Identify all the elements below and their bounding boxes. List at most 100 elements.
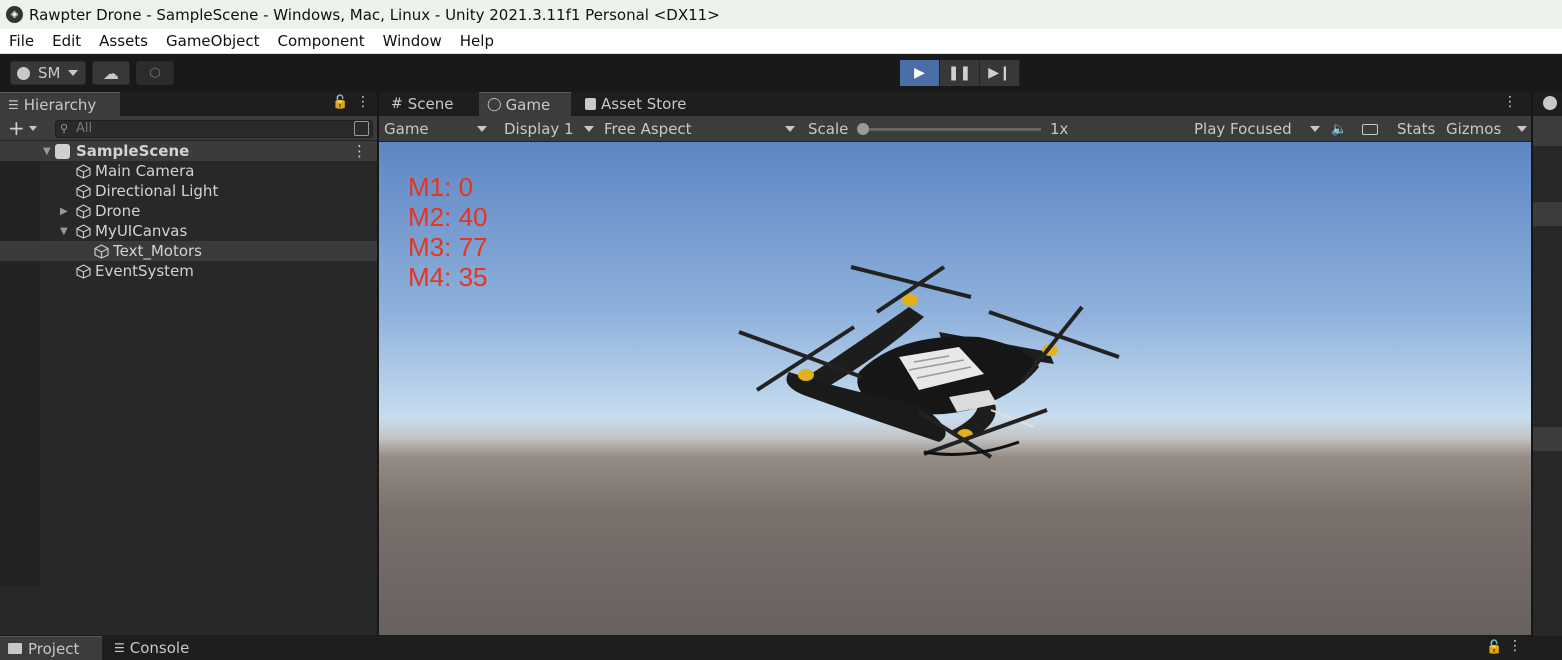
kebab-menu-icon[interactable]: ⋮ [1503,94,1517,110]
info-icon[interactable] [1543,96,1557,110]
drone-model [738,265,1120,459]
display-dropdown[interactable]: Display 1 [498,116,598,142]
kebab-menu-icon[interactable]: ⋮ [356,94,370,110]
scale-slider-handle[interactable] [857,123,869,135]
inspector-header [1533,116,1562,146]
collab-icon: ⬡ [149,65,161,81]
scale-slider[interactable] [857,116,1045,142]
game-view-panel: # Scene ◯ Game Asset Store ⋮ Game Displa… [379,92,1531,635]
tab-game[interactable]: ◯ Game [479,92,571,116]
step-icon: ▶❙ [988,65,1011,81]
menu-gameobject[interactable]: GameObject [157,32,269,50]
hierarchy-search-input[interactable]: ⚲ All [55,120,373,138]
scene-name: SampleScene [76,142,190,160]
window-title: Rawpter Drone - SampleScene - Windows, M… [29,5,720,24]
scene-picker-icon[interactable] [354,121,369,136]
account-label: SM [38,64,61,82]
tab-scene[interactable]: # Scene [383,92,461,116]
play-button[interactable]: ▶ [900,60,940,86]
inspector-panel [1532,92,1562,660]
pause-button[interactable]: ❚❚ [940,60,980,86]
hierarchy-item-eventsystem[interactable]: EventSystem [0,261,377,281]
shortcuts-button[interactable] [1362,116,1378,142]
play-mode-dropdown[interactable]: Play Focused [1188,116,1324,142]
account-button[interactable]: SM [10,61,86,85]
menu-bar: File Edit Assets GameObject Component Wi… [0,29,1562,54]
menu-assets[interactable]: Assets [90,32,157,50]
scale-label: Scale [808,116,848,142]
menu-help[interactable]: Help [451,32,503,50]
scale-value-text: 1x [1050,120,1069,138]
gamepad-icon: ◯ [487,97,502,112]
item-label: Text_Motors [113,242,202,260]
menu-component[interactable]: Component [269,32,374,50]
tab-asset-store[interactable]: Asset Store [577,92,694,116]
unity-scene-icon [55,143,70,159]
step-button[interactable]: ▶❙ [980,60,1020,86]
play-controls: ▶ ❚❚ ▶❙ [900,60,1020,86]
game-viewport[interactable]: M1: 0 M2: 40 M3: 77 M4: 35 [379,142,1531,635]
stats-button[interactable]: Stats [1397,116,1435,142]
hierarchy-panel: ☰ Hierarchy 🔓 ⋮ + ⚲ All ▼ SampleScene ⋮ … [0,92,378,635]
unity-logo-icon: ◈ [6,6,23,23]
tab-hierarchy[interactable]: ☰ Hierarchy [0,92,120,116]
game-dropdown[interactable]: Game [379,116,491,142]
hierarchy-item-main-camera[interactable]: Main Camera [0,161,377,181]
expand-arrow-icon[interactable]: ▼ [43,146,55,157]
display-dropdown-label: Display 1 [504,120,574,138]
hierarchy-item-directional-light[interactable]: Directional Light [0,181,377,201]
game-controls-bar: Game Display 1 Free Aspect Scale 1x Play… [379,116,1531,142]
bottom-tabbar: Project ☰ Console 🔓 ⋮ [0,636,1562,660]
tab-label: Asset Store [601,95,687,113]
item-label: EventSystem [95,262,194,280]
grid-icon: # [391,96,403,112]
scene-row[interactable]: ▼ SampleScene ⋮ [0,141,377,161]
hierarchy-item-myuicanvas[interactable]: ▼ MyUICanvas [0,221,377,241]
folder-icon [8,643,22,654]
gizmos-dropdown[interactable]: Gizmos [1445,116,1531,142]
item-label: Directional Light [95,182,219,200]
view-tabbar: # Scene ◯ Game Asset Store ⋮ [379,92,1531,116]
chevron-down-icon[interactable] [29,126,37,131]
cube-icon [76,183,91,199]
aspect-dropdown-label: Free Aspect [604,120,692,138]
tab-label: Project [28,639,80,658]
cube-icon [76,203,91,219]
add-icon[interactable]: + [8,116,25,140]
kebab-menu-icon[interactable]: ⋮ [352,142,367,160]
hierarchy-item-text-motors[interactable]: Text_Motors [0,241,377,261]
hierarchy-item-drone[interactable]: ▶ Drone [0,201,377,221]
mute-audio-button[interactable]: 🔈 [1331,116,1347,142]
cloud-icon: ☁ [103,63,119,83]
pause-icon: ❚❚ [947,65,972,81]
aspect-dropdown[interactable]: Free Aspect [599,116,799,142]
lock-icon[interactable]: 🔓 [332,95,348,110]
hierarchy-search-row: + ⚲ All [0,116,377,141]
expand-arrow-icon[interactable]: ▼ [60,226,76,237]
cube-icon [94,243,109,259]
tab-label: Console [129,639,190,657]
item-label: Drone [95,202,141,220]
cube-icon [76,223,91,239]
menu-window[interactable]: Window [374,32,451,50]
console-icon: ☰ [114,641,125,655]
collapsed-arrow-icon[interactable]: ▶ [60,206,76,217]
hierarchy-tab-label: Hierarchy [23,95,97,114]
kebab-menu-icon[interactable]: ⋮ [1508,638,1522,654]
cloud-button[interactable]: ☁ [92,61,130,85]
collab-button[interactable]: ⬡ [136,61,174,85]
scale-slider-track [861,128,1041,131]
hierarchy-tree: ▼ SampleScene ⋮ Main Camera Directional … [0,141,377,635]
item-label: MyUICanvas [95,222,188,240]
menu-edit[interactable]: Edit [43,32,90,50]
tab-project[interactable]: Project [0,636,102,660]
hierarchy-tabbar: ☰ Hierarchy 🔓 ⋮ [0,92,377,116]
scale-label-text: Scale [808,120,849,138]
tab-label: Game [505,95,551,114]
menu-file[interactable]: File [0,32,43,50]
list-icon: ☰ [8,97,19,112]
tab-console[interactable]: ☰ Console [106,636,197,660]
play-icon: ▶ [914,65,925,81]
lock-icon[interactable]: 🔓 [1486,640,1502,655]
main-toolbar: SM ☁ ⬡ [0,54,1562,92]
